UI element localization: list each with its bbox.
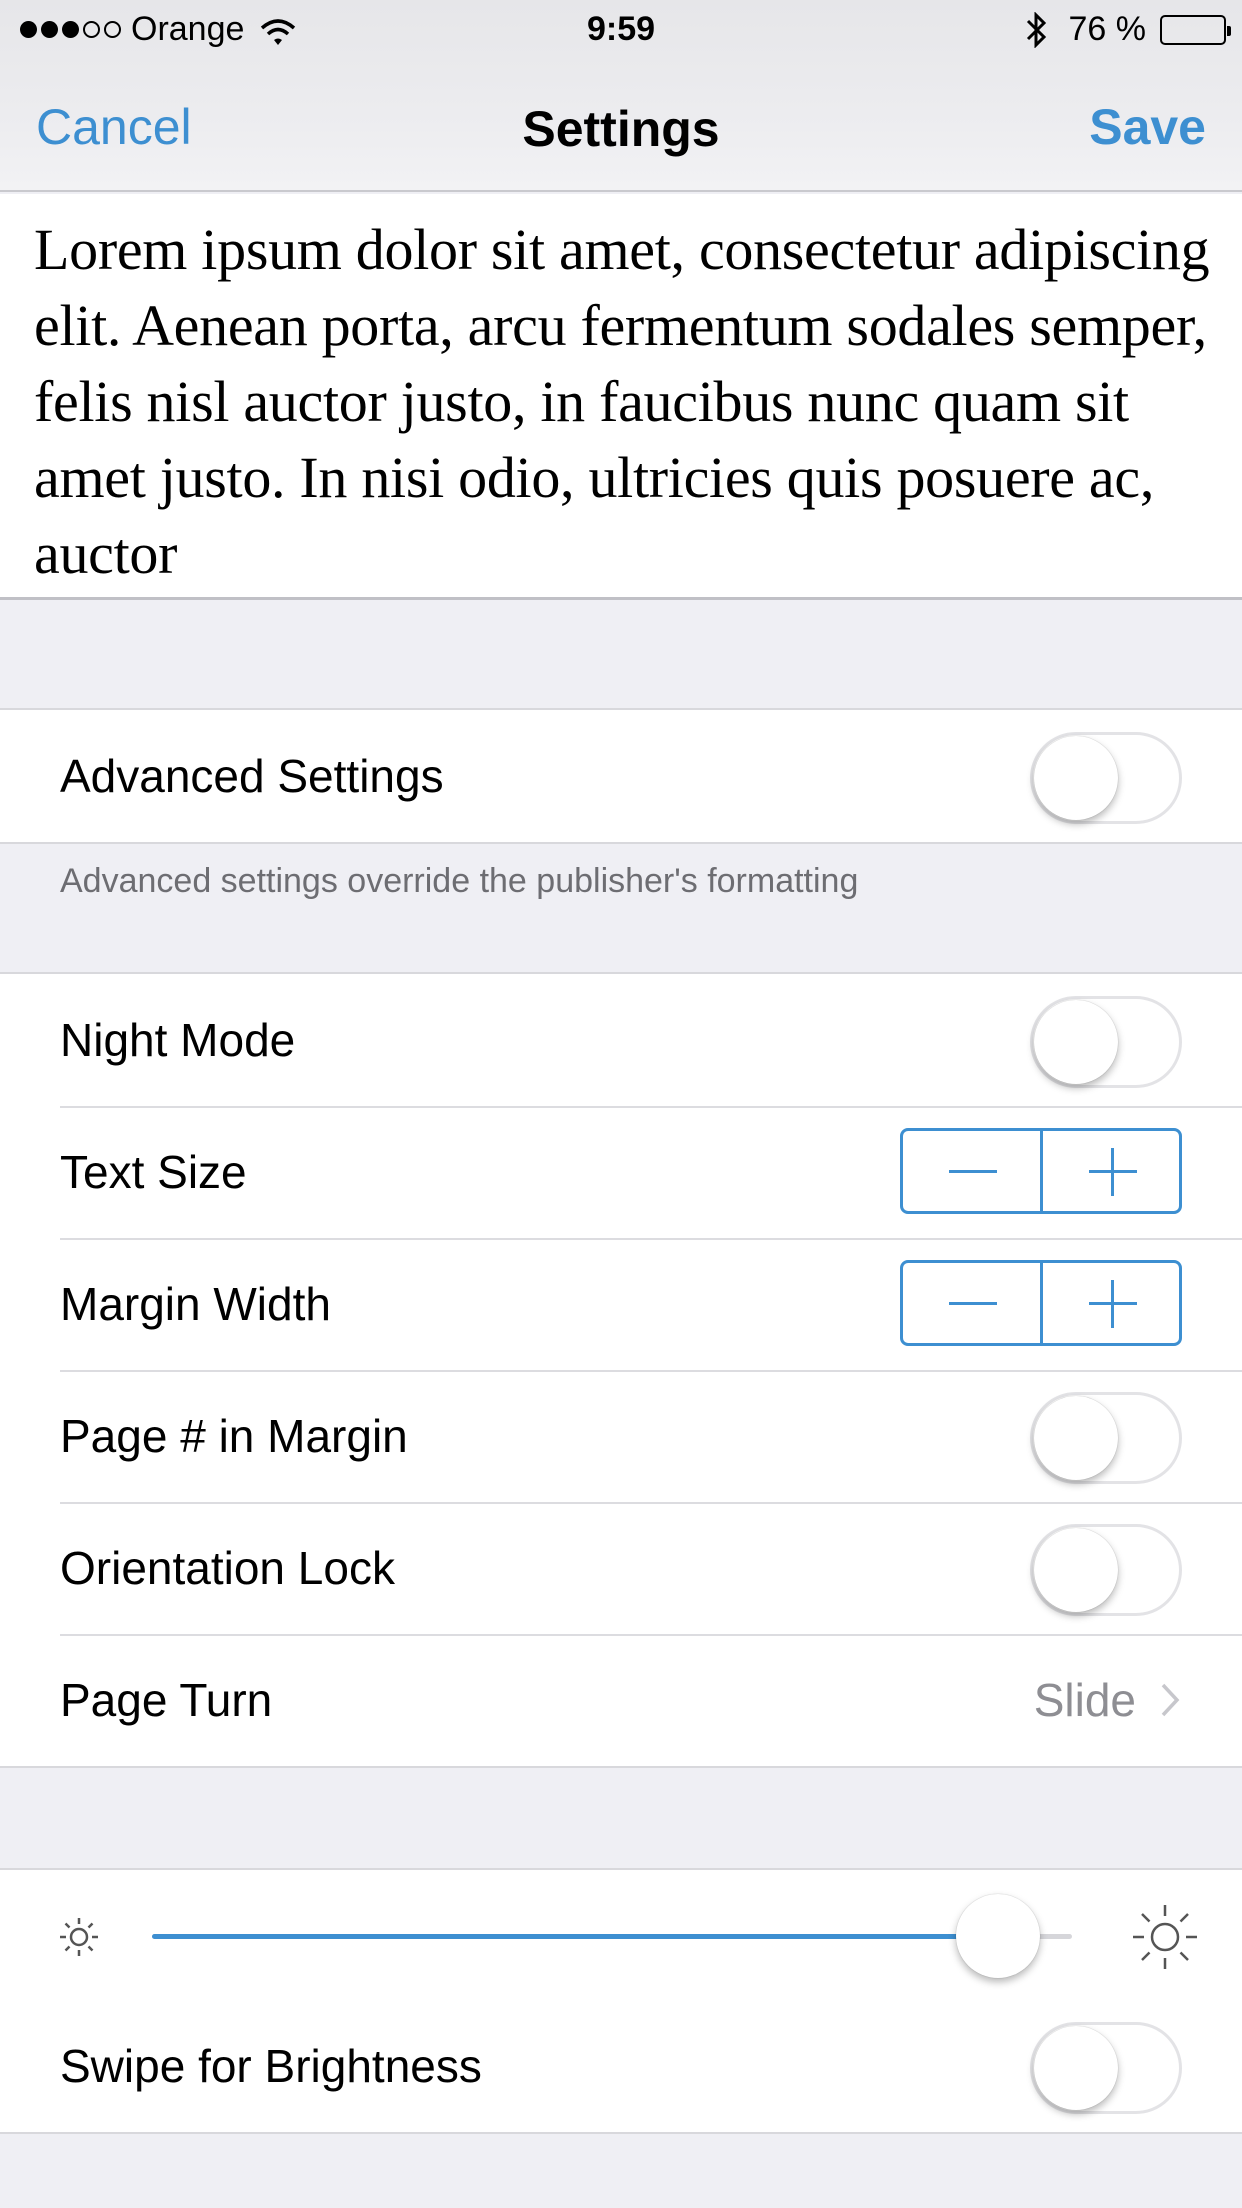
swipe-brightness-row: Swipe for Brightness bbox=[0, 2000, 1242, 2132]
plus-icon-vertical bbox=[1110, 1280, 1114, 1328]
page-turn-label: Page Turn bbox=[60, 1674, 273, 1726]
brightness-group: Swipe for Brightness bbox=[0, 1868, 1242, 2134]
advanced-settings-footer: Advanced settings override the publisher… bbox=[60, 862, 859, 900]
orientation-lock-row: Orientation Lock bbox=[0, 1502, 1242, 1634]
page-number-row: Page # in Margin bbox=[0, 1370, 1242, 1502]
page-number-toggle[interactable] bbox=[1030, 1392, 1182, 1484]
margin-width-label: Margin Width bbox=[60, 1278, 331, 1330]
toggle-knob bbox=[1034, 1528, 1118, 1612]
toggle-knob bbox=[1034, 1396, 1118, 1480]
advanced-settings-toggle[interactable] bbox=[1030, 732, 1182, 824]
toggle-knob bbox=[1034, 1000, 1118, 1084]
battery-percent: 76 % bbox=[1068, 10, 1147, 48]
brightness-slider[interactable] bbox=[152, 1894, 1072, 1978]
swipe-brightness-toggle[interactable] bbox=[1030, 2022, 1182, 2114]
toggle-knob bbox=[1034, 736, 1118, 820]
brightness-slider-row bbox=[0, 1870, 1242, 2000]
minus-icon bbox=[949, 1302, 997, 1305]
page-number-label: Page # in Margin bbox=[60, 1410, 408, 1462]
text-size-label: Text Size bbox=[60, 1146, 247, 1198]
top-bar: Orange 9:59 76 % Cancel Settings Save bbox=[0, 0, 1242, 192]
page-turn-row[interactable]: Page Turn Slide bbox=[0, 1634, 1242, 1766]
margin-width-row: Margin Width bbox=[0, 1238, 1242, 1370]
orientation-lock-toggle[interactable] bbox=[1030, 1524, 1182, 1616]
chevron-right-icon bbox=[1161, 1683, 1180, 1717]
night-mode-row: Night Mode bbox=[0, 974, 1242, 1106]
advanced-settings-group: Advanced Settings bbox=[0, 708, 1242, 844]
sun-large-icon bbox=[1133, 1905, 1197, 1969]
bluetooth-icon bbox=[1025, 10, 1047, 49]
navigation-bar: Cancel Settings Save bbox=[0, 60, 1242, 192]
orientation-lock-label: Orientation Lock bbox=[60, 1542, 395, 1594]
night-mode-toggle[interactable] bbox=[1030, 996, 1182, 1088]
sun-small-icon bbox=[60, 1918, 98, 1956]
advanced-settings-row: Advanced Settings bbox=[0, 710, 1242, 842]
text-size-decrease-button[interactable] bbox=[903, 1131, 1040, 1211]
margin-width-decrease-button[interactable] bbox=[903, 1263, 1040, 1343]
battery-nub bbox=[1227, 25, 1231, 36]
text-size-stepper bbox=[900, 1128, 1182, 1214]
text-size-increase-button[interactable] bbox=[1039, 1131, 1180, 1211]
page-turn-value-group: Slide bbox=[1034, 1634, 1180, 1766]
swipe-brightness-label: Swipe for Brightness bbox=[60, 2040, 482, 2092]
plus-icon-vertical bbox=[1110, 1148, 1114, 1196]
page-turn-value: Slide bbox=[1033, 1674, 1136, 1726]
text-preview: Lorem ipsum dolor sit amet, consectetur … bbox=[0, 194, 1242, 600]
minus-icon bbox=[949, 1170, 997, 1173]
preview-text: Lorem ipsum dolor sit amet, consectetur … bbox=[34, 217, 1210, 586]
brightness-slider-fill bbox=[152, 1934, 999, 1939]
battery-icon bbox=[1160, 14, 1231, 45]
toggle-knob bbox=[1034, 2026, 1118, 2110]
save-button[interactable]: Save bbox=[1089, 98, 1206, 156]
margin-width-increase-button[interactable] bbox=[1039, 1263, 1180, 1343]
status-right: 76 % bbox=[1025, 10, 1231, 49]
page-title: Settings bbox=[522, 101, 720, 157]
brightness-slider-thumb[interactable] bbox=[956, 1894, 1041, 1978]
reading-settings-group: Night Mode Text Size Margin Width Page #… bbox=[0, 972, 1242, 1768]
text-size-row: Text Size bbox=[0, 1106, 1242, 1238]
status-bar: Orange 9:59 76 % bbox=[0, 0, 1242, 60]
advanced-settings-label: Advanced Settings bbox=[60, 750, 444, 802]
margin-width-stepper bbox=[900, 1260, 1182, 1346]
night-mode-label: Night Mode bbox=[60, 1014, 296, 1066]
